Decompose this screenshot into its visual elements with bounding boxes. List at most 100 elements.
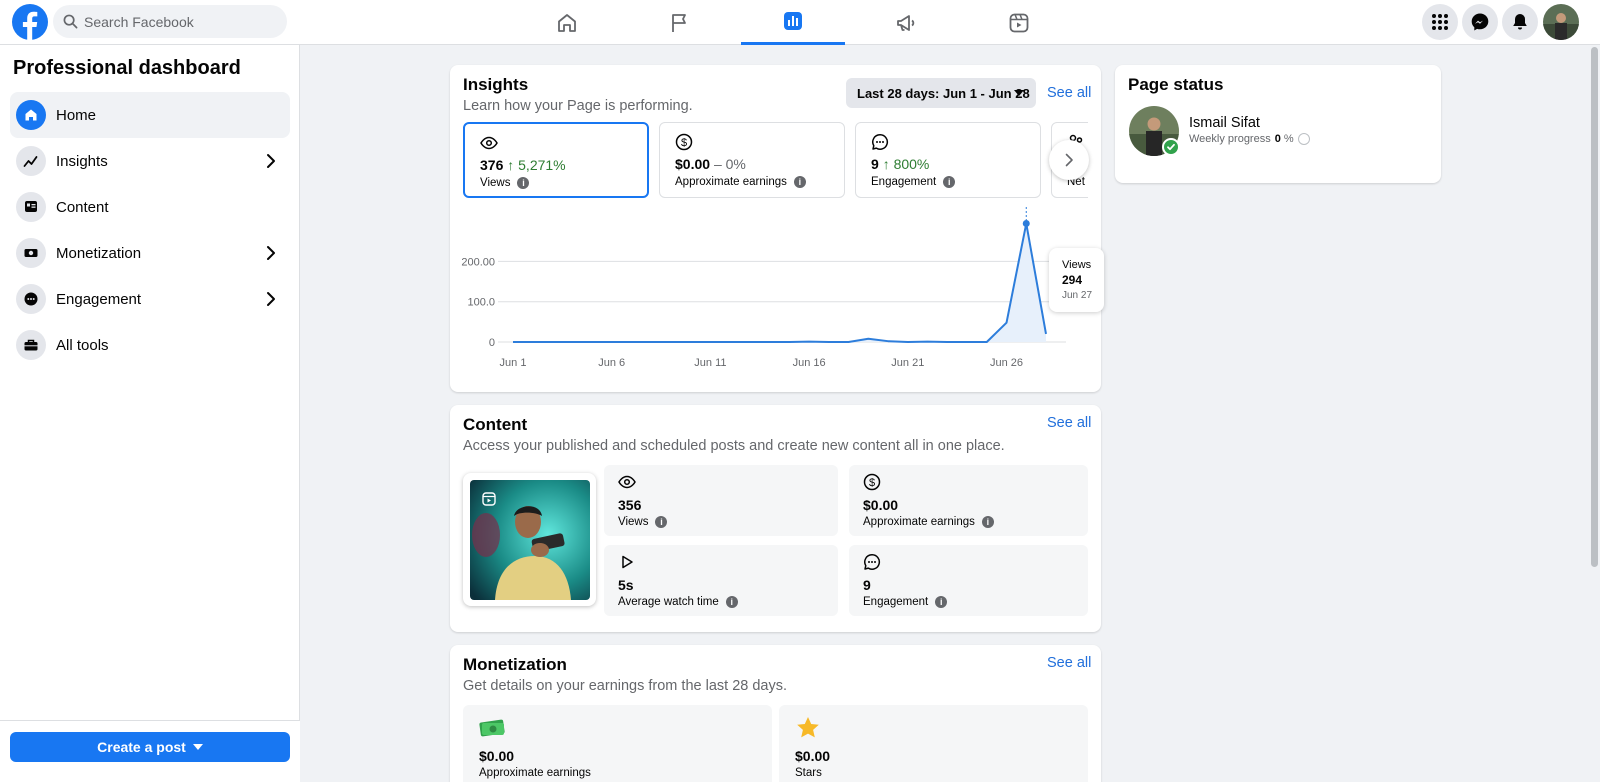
monetization-label: Stars: [795, 767, 822, 779]
sidebar-item-label: All tools: [56, 336, 109, 354]
create-post-button[interactable]: Create a post: [10, 732, 290, 762]
page-status-card: Page status Ismail Sifat Weekly progress…: [1115, 65, 1441, 183]
profile-avatar[interactable]: [1543, 4, 1579, 40]
metric-label: Views: [480, 177, 511, 189]
metric-value: 9: [871, 156, 879, 172]
dollar-icon: $: [675, 133, 693, 151]
info-icon[interactable]: i: [517, 177, 530, 189]
cash-icon: [479, 719, 505, 737]
info-icon[interactable]: i: [935, 596, 948, 608]
views-line-chart[interactable]: 0 100.0 200.00 Jun 1 Jun 6 Jun 11 Jun 16 Jun 21…: [450, 205, 1100, 405]
x-tick-label: Jun 26: [990, 357, 1023, 369]
metric-label: Approximate earnings: [675, 176, 787, 188]
monetization-stars-tile[interactable]: $0.00 Stars: [779, 705, 1088, 782]
eye-icon: [618, 475, 636, 489]
engagement-icon: [24, 292, 38, 306]
y-tick-label: 100.0: [467, 297, 495, 309]
sidebar-item-insights[interactable]: Insights: [10, 138, 290, 184]
toolbox-icon: [24, 339, 38, 351]
content-card: Content Access your published and schedu…: [450, 405, 1101, 632]
metric-delta: ↑ 800%: [882, 156, 930, 172]
svg-text:$: $: [869, 477, 875, 489]
monetization-subtitle: Get details on your earnings from the la…: [463, 678, 788, 694]
content-stat-engagement: 9 Engagement i: [849, 545, 1088, 616]
page-status-title: Page status: [1128, 75, 1224, 94]
sidebar-item-all-tools[interactable]: All tools: [10, 322, 290, 368]
sidebar-item-home[interactable]: Home: [10, 92, 290, 138]
metrics-carousel: 376 ↑ 5,271% Views i $ $0.00 – 0% Approxi…: [463, 65, 1088, 205]
metric-label: Engagement: [871, 176, 937, 188]
sidebar-footer: Create a post: [0, 720, 300, 782]
search-box[interactable]: [53, 5, 287, 38]
facebook-logo-icon[interactable]: [12, 4, 48, 40]
x-tick-label: Jun 1: [500, 357, 527, 369]
nav-tab-home[interactable]: [515, 0, 619, 45]
content-see-all-link[interactable]: See all: [1047, 415, 1091, 431]
stat-label: Average watch time: [618, 596, 719, 608]
sidebar-item-label: Content: [56, 198, 109, 216]
series-line-views: [513, 222, 1047, 343]
info-icon[interactable]: i: [943, 176, 956, 188]
search-icon: [63, 14, 78, 29]
y-tick-label: 0: [489, 337, 495, 349]
x-tick-label: Jun 16: [793, 357, 826, 369]
monetization-see-all-link[interactable]: See all: [1047, 655, 1091, 671]
content-subtitle: Access your published and scheduled post…: [463, 438, 1005, 454]
tooltip-date: Jun 27: [1062, 290, 1093, 301]
nav-tab-pages[interactable]: [628, 0, 732, 45]
x-tick-label: Jun 6: [598, 357, 625, 369]
info-icon[interactable]: i: [981, 516, 994, 528]
carousel-next-button[interactable]: [1049, 140, 1089, 180]
monetization-earnings-tile[interactable]: $0.00 Approximate earnings: [463, 705, 772, 782]
monetization-card: Monetization Get details on your earning…: [450, 645, 1101, 782]
monetization-value: $0.00: [479, 748, 515, 764]
metric-value: 376: [480, 157, 504, 173]
chevron-right-icon: [267, 246, 275, 260]
sidebar-item-engagement[interactable]: Engagement: [10, 276, 290, 322]
scrollbar-thumb[interactable]: [1591, 47, 1598, 567]
sidebar-item-monetization[interactable]: Monetization: [10, 230, 290, 276]
stat-value: 9: [863, 577, 871, 593]
caret-down-icon: [192, 744, 203, 750]
reel-thumbnail[interactable]: [463, 473, 596, 606]
metric-value: $0.00: [675, 156, 711, 172]
info-icon[interactable]: i: [655, 516, 668, 528]
info-icon[interactable]: i: [793, 176, 806, 188]
sidebar-item-label: Monetization: [56, 244, 142, 262]
chart-tooltip: Views 294 Jun 27: [1049, 248, 1104, 312]
metric-card-views[interactable]: 376 ↑ 5,271% Views i: [463, 122, 649, 198]
star-icon: [797, 717, 819, 738]
monetization-title: Monetization: [463, 655, 567, 674]
chevron-right-icon: [267, 154, 275, 168]
nav-tab-ads[interactable]: [854, 0, 958, 45]
x-tick-label: Jun 11: [694, 357, 726, 369]
progress-unit: %: [1283, 133, 1294, 145]
reels-icon: [1009, 13, 1029, 32]
content-title: Content: [463, 415, 528, 434]
stat-value: 356: [618, 497, 642, 513]
stat-value: $0.00: [863, 497, 899, 513]
y-tick-label: 200.00: [461, 256, 495, 268]
nav-tab-dashboard[interactable]: [741, 0, 845, 45]
scrollbar[interactable]: [1589, 45, 1600, 782]
monetization-label: Approximate earnings: [479, 767, 591, 779]
reel-thumbnail-image: [470, 480, 590, 600]
chevron-right-icon: [267, 292, 275, 306]
notifications-button[interactable]: [1502, 4, 1538, 40]
info-icon[interactable]: i: [725, 596, 738, 608]
metric-card-engagement[interactable]: 9 ↑ 800% Engagement i: [855, 122, 1041, 198]
dollar-icon: $: [863, 473, 881, 491]
search-input[interactable]: [84, 13, 274, 30]
sidebar-item-content[interactable]: Content: [10, 184, 290, 230]
weekly-progress: Weekly progress 0 %: [1189, 133, 1310, 145]
chat-icon: [864, 554, 881, 570]
data-point-highlight: [1022, 220, 1030, 228]
dashboard-icon: [784, 12, 802, 30]
messenger-button[interactable]: [1462, 4, 1498, 40]
nav-tab-reels[interactable]: [967, 0, 1071, 45]
metric-card-earnings[interactable]: $ $0.00 – 0% Approximate earnings i: [659, 122, 845, 198]
chevron-right-icon: [1065, 153, 1073, 167]
flag-icon: [672, 13, 686, 32]
menu-button[interactable]: [1422, 4, 1458, 40]
reels-icon: [482, 492, 496, 506]
